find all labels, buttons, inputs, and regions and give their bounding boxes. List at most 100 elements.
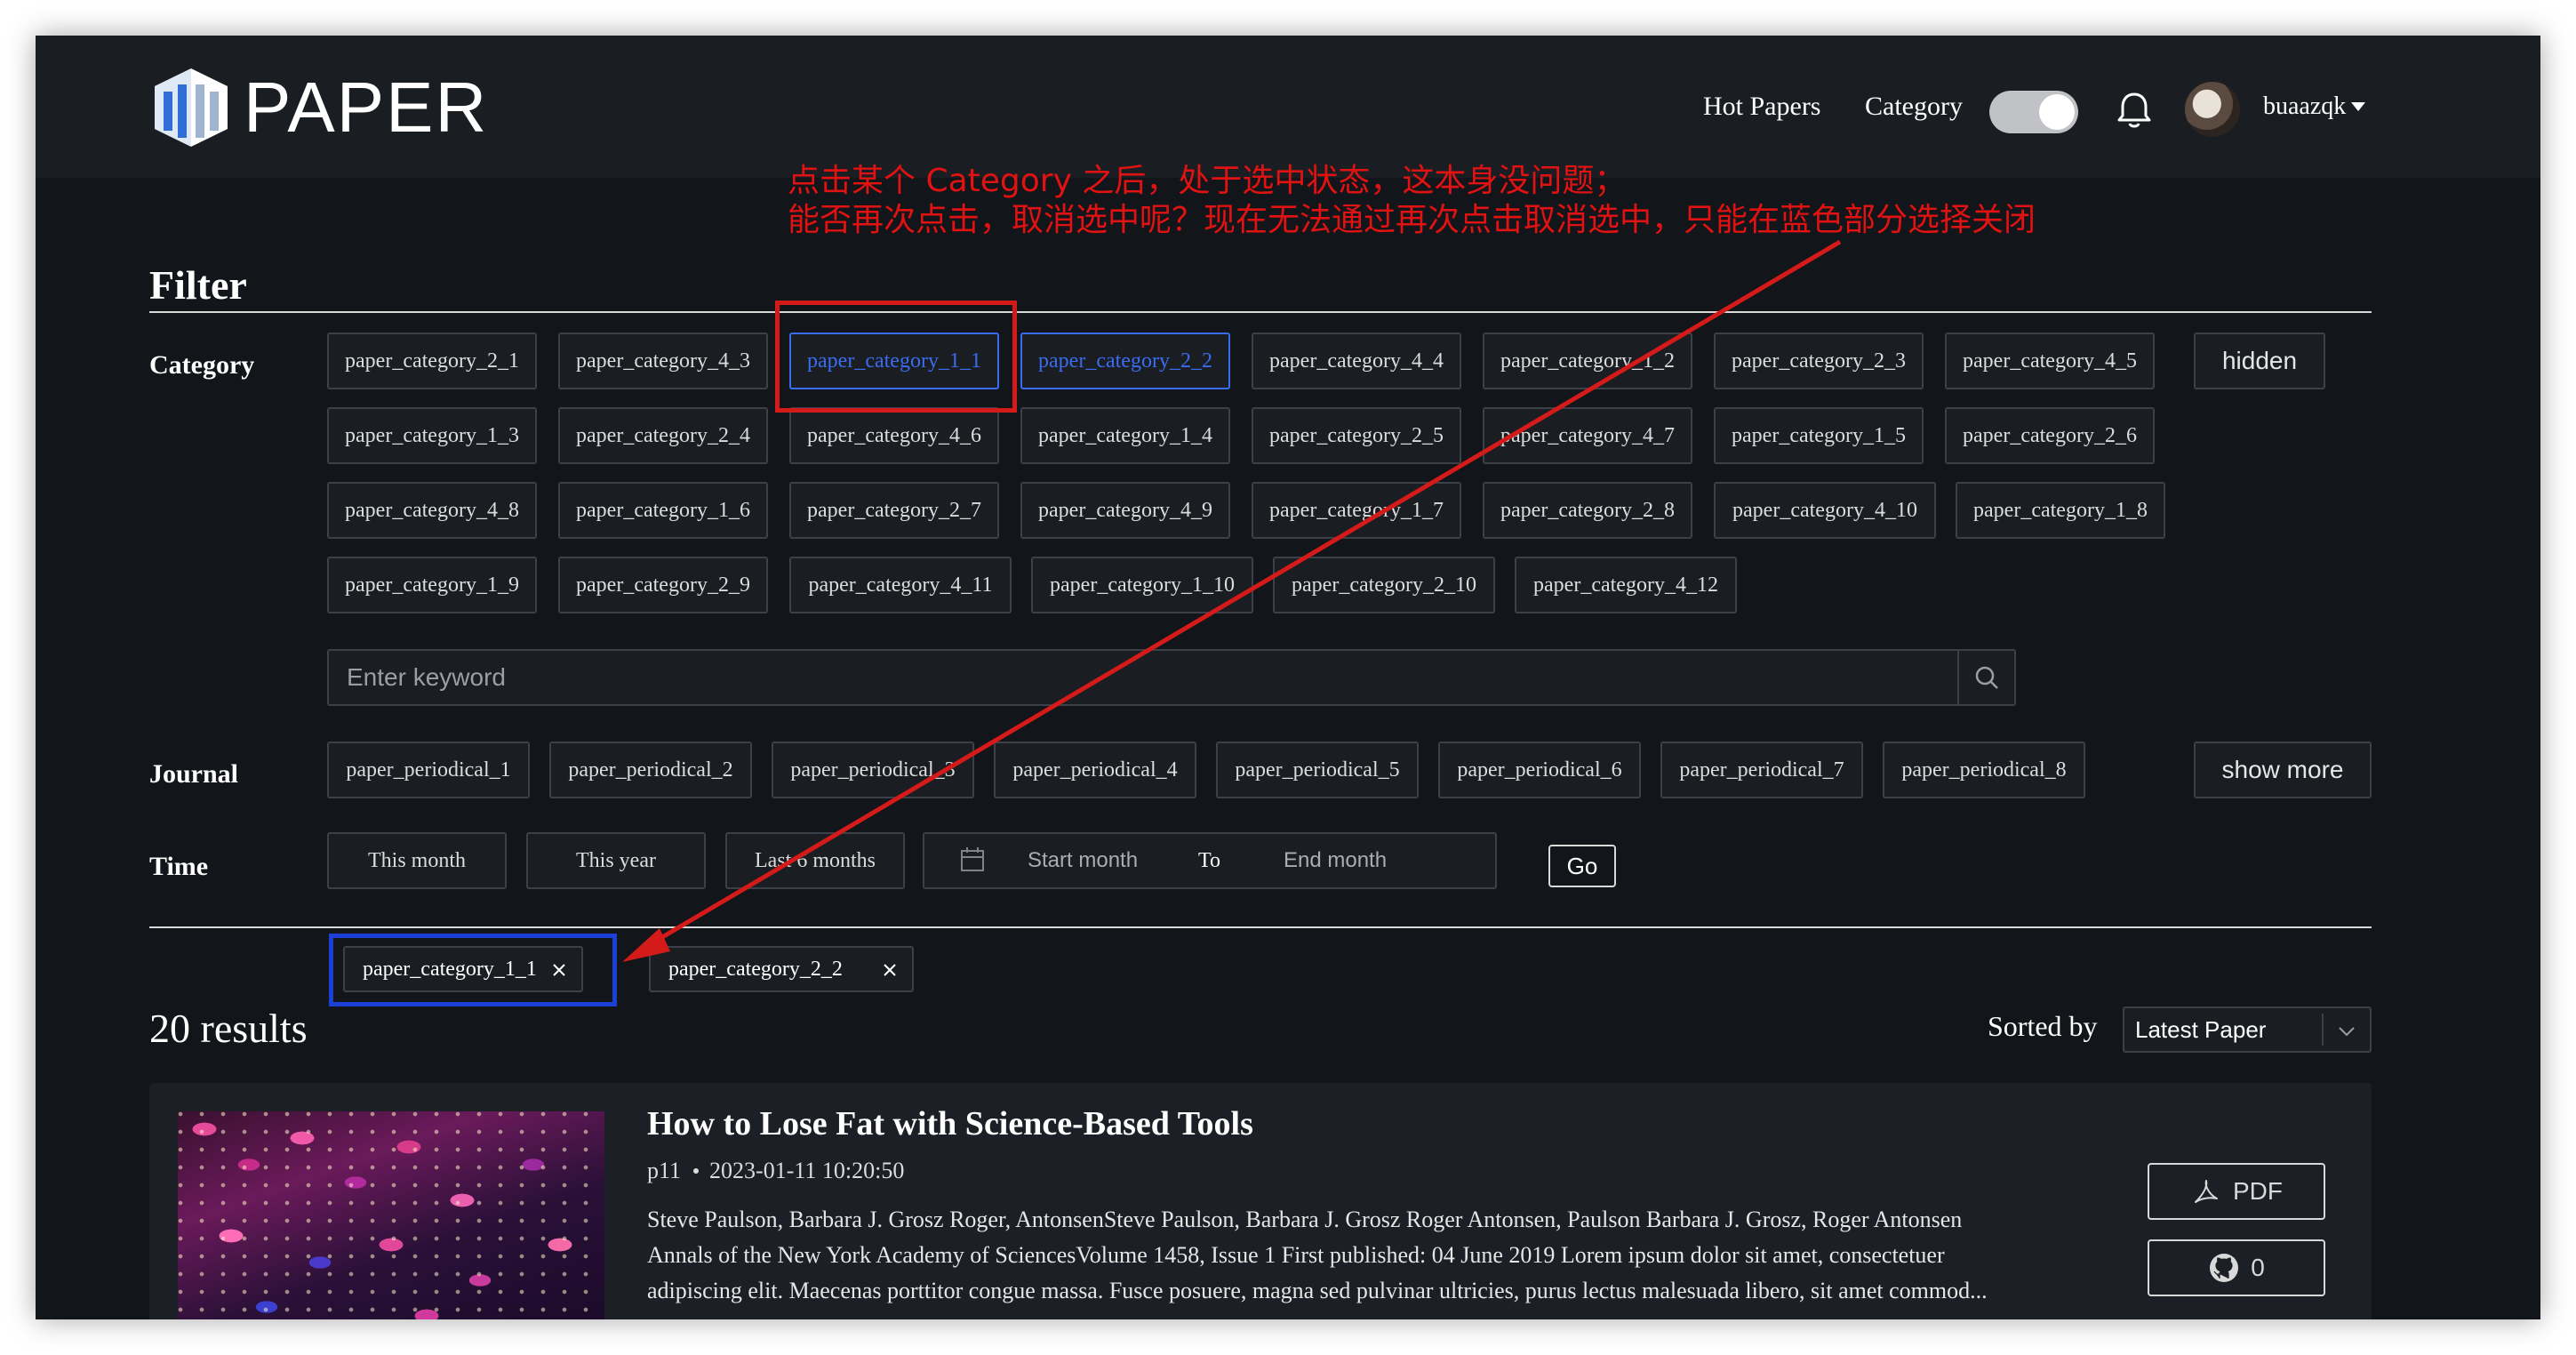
- github-button[interactable]: 0: [2148, 1239, 2325, 1296]
- theme-toggle[interactable]: [1989, 91, 2078, 133]
- journal-tag[interactable]: paper_periodical_8: [1883, 742, 2085, 798]
- category-tag[interactable]: paper_category_2_4: [558, 407, 768, 464]
- toggle-knob: [2039, 94, 2075, 130]
- paper-author-short: p11: [647, 1158, 682, 1183]
- results-count: 20 results: [149, 1006, 308, 1051]
- category-tag[interactable]: paper_category_4_11: [789, 557, 1012, 613]
- hidden-button[interactable]: hidden: [2194, 333, 2325, 389]
- end-month-input[interactable]: End month: [1284, 834, 1387, 887]
- category-tag[interactable]: paper_category_2_8: [1483, 482, 1692, 539]
- logo-text: PAPER: [244, 68, 489, 147]
- to-label: To: [1198, 848, 1220, 872]
- start-month-input[interactable]: Start month: [1028, 834, 1138, 887]
- github-count: 0: [2251, 1254, 2265, 1281]
- category-tag[interactable]: paper_category_2_6: [1945, 407, 2155, 464]
- logo[interactable]: PAPER: [151, 59, 488, 156]
- paper-meta: p11 2023-01-11 10:20:50: [647, 1158, 904, 1184]
- time-option-this-year[interactable]: This year: [526, 832, 706, 889]
- time-option-this-month[interactable]: This month: [327, 832, 507, 889]
- journal-tag[interactable]: paper_periodical_2: [549, 742, 752, 798]
- sort-select[interactable]: Latest Paper: [2123, 1006, 2372, 1053]
- pdf-button[interactable]: PDF: [2148, 1163, 2325, 1220]
- chevron-down-icon: [2339, 1027, 2355, 1037]
- pdf-icon: [2195, 1180, 2218, 1203]
- category-tag[interactable]: paper_category_1_2: [1483, 333, 1692, 389]
- category-tag[interactable]: paper_category_2_10: [1273, 557, 1495, 613]
- category-tag[interactable]: paper_category_4_4: [1252, 333, 1461, 389]
- journal-tag[interactable]: paper_periodical_4: [994, 742, 1196, 798]
- logo-icon: [155, 68, 228, 147]
- category-tag[interactable]: paper_category_2_9: [558, 557, 768, 613]
- sort-value: Latest Paper: [2135, 1015, 2267, 1043]
- category-tag[interactable]: paper_category_1_8: [1956, 482, 2165, 539]
- show-more-button[interactable]: show more: [2194, 742, 2372, 798]
- annotation-blue-box: [329, 934, 617, 1006]
- calendar-icon: [961, 847, 984, 871]
- nav-category[interactable]: Category: [1865, 36, 1963, 178]
- category-tag[interactable]: paper_category_2_3: [1714, 333, 1924, 389]
- category-tag[interactable]: paper_category_1_6: [558, 482, 768, 539]
- category-tag[interactable]: paper_category_4_8: [327, 482, 537, 539]
- search-input[interactable]: [329, 651, 1959, 704]
- category-tag[interactable]: paper_category_4_10: [1714, 482, 1936, 539]
- category-tag[interactable]: paper_category_4_5: [1945, 333, 2155, 389]
- chips-divider: [149, 926, 2372, 928]
- paper-thumbnail[interactable]: [178, 1111, 604, 1319]
- category-tag[interactable]: paper_category_1_9: [327, 557, 537, 613]
- app-window: PAPER Hot Papers Category buaazqk Filter…: [36, 36, 2540, 1319]
- close-icon[interactable]: [880, 960, 900, 980]
- username: buaazqk: [2263, 92, 2347, 120]
- filter-title: Filter: [149, 262, 247, 308]
- category-label: Category: [149, 350, 255, 380]
- select-divider: [2322, 1014, 2324, 1046]
- journal-tag[interactable]: paper_periodical_1: [327, 742, 530, 798]
- chip-label: paper_category_2_2: [668, 957, 843, 981]
- category-tag[interactable]: paper_category_2_7: [789, 482, 999, 539]
- category-tag[interactable]: paper_category_1_7: [1252, 482, 1461, 539]
- journal-tag[interactable]: paper_periodical_5: [1216, 742, 1419, 798]
- time-label: Time: [149, 852, 209, 881]
- go-button[interactable]: Go: [1548, 845, 1616, 887]
- category-tag[interactable]: paper_category_1_10: [1031, 557, 1253, 613]
- paper-journal-line: Annals of the New York Academy of Scienc…: [647, 1242, 1945, 1268]
- journal-tag[interactable]: paper_periodical_3: [772, 742, 974, 798]
- caret-down-icon: [2351, 102, 2366, 111]
- thumbnail-lights: [178, 1111, 604, 1319]
- category-tag[interactable]: paper_category_4_6: [789, 407, 999, 464]
- category-tag[interactable]: paper_category_4_9: [1020, 482, 1230, 539]
- time-option-last-6-months[interactable]: Last 6 months: [725, 832, 905, 889]
- category-tag-selected[interactable]: paper_category_2_2: [1020, 333, 1230, 389]
- search-button[interactable]: [1957, 651, 2014, 704]
- sorted-by-label: Sorted by: [1988, 1010, 2098, 1042]
- search-icon: [1975, 666, 1998, 689]
- bell-icon[interactable]: [2112, 87, 2156, 132]
- nav-hot-papers[interactable]: Hot Papers: [1703, 36, 1820, 178]
- category-tag[interactable]: paper_category_1_5: [1714, 407, 1924, 464]
- avatar[interactable]: [2185, 82, 2240, 137]
- category-tag[interactable]: paper_category_1_3: [327, 407, 537, 464]
- category-tag[interactable]: paper_category_1_4: [1020, 407, 1230, 464]
- active-filter-chip: paper_category_2_2: [649, 946, 914, 992]
- paper-abstract-line: adipiscing elit. Maecenas porttitor cong…: [647, 1278, 1988, 1303]
- journal-label: Journal: [149, 759, 239, 789]
- category-tag[interactable]: paper_category_4_7: [1483, 407, 1692, 464]
- journal-tag[interactable]: paper_periodical_7: [1660, 742, 1863, 798]
- category-tag[interactable]: paper_category_4_3: [558, 333, 768, 389]
- separator-dot: [693, 1168, 700, 1175]
- category-tag[interactable]: paper_category_4_12: [1515, 557, 1737, 613]
- github-icon: [2210, 1254, 2239, 1282]
- journal-tag[interactable]: paper_periodical_6: [1438, 742, 1641, 798]
- category-tag[interactable]: paper_category_2_1: [327, 333, 537, 389]
- pdf-label: PDF: [2233, 1177, 2283, 1205]
- month-range-picker: Start month To End month: [923, 832, 1497, 889]
- user-menu[interactable]: buaazqk: [2263, 36, 2366, 178]
- paper-title[interactable]: How to Lose Fat with Science-Based Tools: [647, 1104, 1253, 1143]
- annotation-text-line2: 能否再次点击，取消选中呢？现在无法通过再次点击取消选中，只能在蓝色部分选择关闭: [788, 202, 2036, 238]
- paper-date: 2023-01-11 10:20:50: [709, 1158, 905, 1183]
- category-tag[interactable]: paper_category_2_5: [1252, 407, 1461, 464]
- keyword-search: [327, 649, 2016, 706]
- annotation-red-box: [775, 301, 1017, 413]
- paper-abstract: Steve Paulson, Barbara J. Grosz Roger, A…: [647, 1202, 2087, 1309]
- paper-card[interactable]: How to Lose Fat with Science-Based Tools…: [149, 1083, 2372, 1319]
- filter-divider: [149, 311, 2372, 313]
